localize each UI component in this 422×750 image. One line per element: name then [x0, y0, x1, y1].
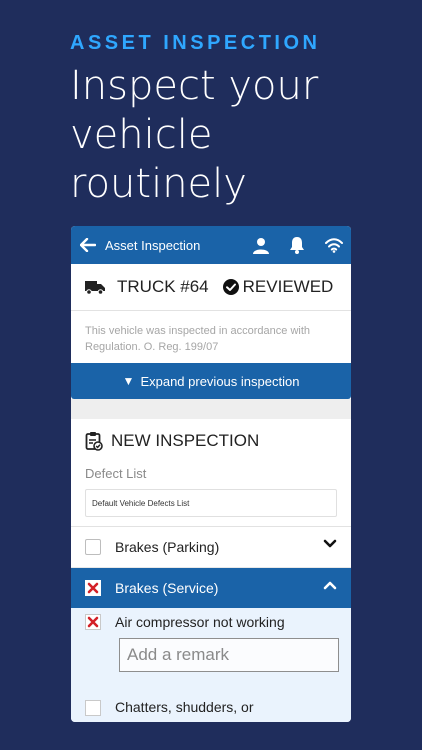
inspection-note: This vehicle was inspected in accordance…: [85, 325, 311, 353]
vehicle-status: REVIEWED: [242, 277, 334, 296]
chevron-down-icon: [323, 539, 337, 548]
user-button[interactable]: [253, 237, 269, 254]
back-arrow-icon: [80, 238, 96, 252]
defect-row-brakes-parking[interactable]: Brakes (Parking): [71, 527, 351, 568]
sub-defect-panel: Air compressor not working: [71, 608, 351, 694]
vehicle-name: TRUCK #64: [117, 277, 209, 296]
connection-status[interactable]: [325, 237, 343, 253]
truck-icon: [85, 281, 105, 295]
bell-icon: [290, 237, 304, 254]
expand-previous-inspection-button[interactable]: ▼ Expand previous inspection: [71, 363, 351, 399]
sub-defect-row-partial[interactable]: Chatters, shudders, or: [71, 694, 351, 722]
app-bar-title: Asset Inspection: [105, 237, 201, 253]
section-gap: [71, 399, 351, 419]
app-bar: Asset Inspection: [71, 226, 351, 264]
promo-kicker: ASSET INSPECTION: [70, 32, 321, 54]
defect-label: Brakes (Parking): [115, 539, 220, 555]
sub-defect-checkbox[interactable]: [85, 700, 101, 716]
new-inspection-title: NEW INSPECTION: [111, 431, 260, 450]
triangle-down-icon: ▼: [122, 374, 135, 388]
chevron-up-icon: [323, 581, 337, 590]
divider: [71, 517, 351, 527]
clipboard-check-icon: [85, 432, 103, 451]
check-circle-icon: [222, 279, 239, 295]
defect-list-select[interactable]: Default Vehicle Defects List: [85, 489, 337, 517]
sub-defect-label: Chatters, shudders, or: [115, 699, 254, 715]
vehicle-header: TRUCK #64 REVIEWED: [71, 264, 351, 311]
remark-input[interactable]: [119, 638, 339, 672]
x-mark-icon: [85, 580, 101, 596]
wifi-icon: [325, 237, 343, 253]
sub-defect-checkbox-checked[interactable]: [85, 614, 101, 630]
defect-list-label: Defect List: [85, 466, 147, 481]
defect-label: Brakes (Service): [115, 580, 219, 596]
app-screen: Asset Inspection TRUCK #64 REVIEWED This…: [71, 226, 351, 722]
expand-label: Expand previous inspection: [140, 373, 300, 389]
user-icon: [253, 237, 269, 254]
defect-checkbox-checked[interactable]: [85, 580, 101, 596]
back-button[interactable]: [71, 238, 105, 252]
sub-defect-label: Air compressor not working: [115, 614, 285, 630]
promo-headline: Inspect your vehicle routinely: [70, 63, 319, 207]
defect-checkbox[interactable]: [85, 539, 101, 555]
new-inspection-header: NEW INSPECTION: [71, 419, 351, 463]
defect-row-brakes-service[interactable]: Brakes (Service): [71, 568, 351, 608]
notifications-button[interactable]: [289, 236, 305, 254]
x-mark-icon: [87, 616, 99, 628]
